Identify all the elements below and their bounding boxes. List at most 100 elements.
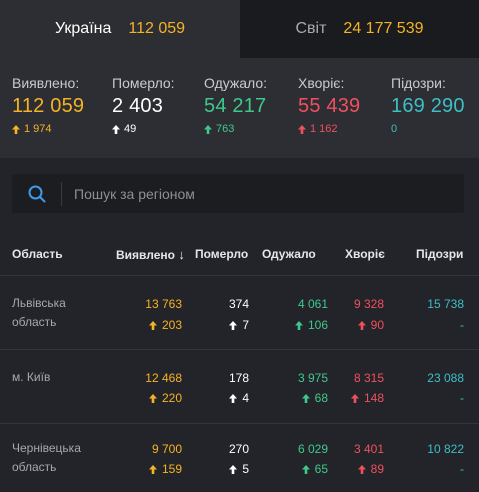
stat-detected: Виявлено: 112 059 1 974 <box>12 75 84 135</box>
row-died: 270 <box>228 442 249 456</box>
row-recovered-delta: 65 <box>301 462 328 476</box>
row-died-delta-value: 7 <box>242 318 249 332</box>
row-sick-delta-value: 89 <box>370 462 384 476</box>
row-suspected-delta: - <box>460 462 464 476</box>
stat-sick: Хворіє: 55 439 1 162 <box>298 75 360 135</box>
arrow-up-icon <box>229 320 238 330</box>
search-icon[interactable] <box>12 181 62 206</box>
row-died: 178 <box>228 371 249 385</box>
sort-arrow-icon: ↓ <box>178 247 185 262</box>
row-recovered-delta-value: 65 <box>314 462 328 476</box>
stat-suspected-label: Підозри: <box>391 75 446 91</box>
arrow-up-icon <box>204 124 212 134</box>
row-recovered-delta-value: 68 <box>314 391 328 405</box>
stat-detected-delta-value: 1 974 <box>24 123 52 135</box>
arrow-up-icon <box>294 320 303 330</box>
row-detected-delta: 220 <box>148 391 182 405</box>
arrow-up-icon <box>229 393 238 403</box>
search-bar <box>12 174 464 213</box>
row-region: Чернівецька область <box>12 441 81 474</box>
row-sick: 9 328 <box>353 297 384 311</box>
stat-sick-delta-value: 1 162 <box>310 123 338 135</box>
row-region: м. Київ <box>12 370 51 384</box>
row-detected: 12 468 <box>145 371 182 385</box>
row-detected-delta-value: 203 <box>161 318 182 332</box>
stat-recovered-delta-value: 763 <box>216 123 235 135</box>
arrow-up-icon <box>357 320 366 330</box>
row-died-delta-value: 5 <box>242 462 249 476</box>
row-detected-delta: 159 <box>148 462 182 476</box>
row-sick-delta: 148 <box>350 391 384 405</box>
table-row[interactable]: Чернівецька область 9 700 159 270 5 6 02… <box>0 425 479 492</box>
arrow-up-icon <box>357 464 366 474</box>
row-died-delta: 5 <box>229 462 249 476</box>
row-region: Львівська область <box>12 296 66 329</box>
arrow-up-icon <box>298 124 306 134</box>
tab-ukraine[interactable]: Україна 112 059 <box>0 0 240 58</box>
stat-suspected: Підозри: 169 290 0 <box>391 75 465 135</box>
header-detected-label: Виявлено <box>116 248 175 262</box>
row-died-delta: 4 <box>229 391 249 405</box>
stat-recovered: Одужало: 54 217 763 <box>204 75 267 135</box>
table-row[interactable]: Львівська область 13 763 203 374 7 4 061… <box>0 277 479 350</box>
summary-panel: Виявлено: 112 059 1 974 Померло: 2 403 4… <box>0 58 479 158</box>
row-suspected: 10 822 <box>427 442 464 456</box>
row-recovered: 6 029 <box>297 442 328 456</box>
stat-died: Померло: 2 403 49 <box>112 75 175 135</box>
table-header: Область Виявлено ↓ Померло Одужало Хворі… <box>0 236 479 276</box>
row-detected-delta-value: 220 <box>161 391 182 405</box>
tab-world-label: Світ <box>295 20 327 37</box>
arrow-up-icon <box>301 464 310 474</box>
stat-died-delta-value: 49 <box>124 123 137 135</box>
row-died-delta: 7 <box>229 318 249 332</box>
arrow-up-icon <box>112 124 120 134</box>
stat-recovered-delta: 763 <box>204 123 267 135</box>
stat-suspected-delta-value: 0 <box>391 123 398 135</box>
arrow-up-icon <box>229 464 238 474</box>
tab-world[interactable]: Світ 24 177 539 <box>240 0 479 58</box>
stat-sick-value: 55 439 <box>298 95 361 117</box>
arrow-up-icon <box>148 393 157 403</box>
row-recovered-delta: 106 <box>294 318 328 332</box>
row-recovered: 4 061 <box>297 297 328 311</box>
row-detected-delta: 203 <box>148 318 182 332</box>
row-detected: 9 700 <box>151 442 182 456</box>
arrow-up-icon <box>350 393 359 403</box>
header-recovered[interactable]: Одужало <box>262 247 316 261</box>
row-recovered-delta-value: 106 <box>307 318 328 332</box>
tab-world-count: 24 177 539 <box>343 20 424 37</box>
arrow-up-icon <box>148 464 157 474</box>
row-suspected: 15 738 <box>427 297 464 311</box>
row-suspected-delta: - <box>460 318 464 332</box>
stat-recovered-label: Одужало: <box>204 75 268 91</box>
arrow-up-icon <box>301 393 310 403</box>
stat-detected-delta: 1 974 <box>12 123 84 135</box>
stat-sick-delta: 1 162 <box>298 123 360 135</box>
country-tabs: Україна 112 059 Світ 24 177 539 <box>0 0 479 58</box>
row-detected: 13 763 <box>145 297 182 311</box>
row-sick-delta: 90 <box>357 318 384 332</box>
tab-ukraine-label: Україна <box>54 20 112 37</box>
arrow-up-icon <box>12 124 20 134</box>
stat-died-value: 2 403 <box>112 95 164 117</box>
row-sick-delta: 89 <box>357 462 384 476</box>
row-sick: 8 315 <box>353 371 384 385</box>
tab-ukraine-count: 112 059 <box>128 20 186 37</box>
stat-detected-value: 112 059 <box>12 95 85 117</box>
search-input[interactable] <box>74 185 434 202</box>
row-sick-delta-value: 90 <box>370 318 384 332</box>
row-sick-delta-value: 148 <box>363 391 384 405</box>
header-region[interactable]: Область <box>12 247 63 261</box>
row-suspected-delta: - <box>460 391 464 405</box>
stat-recovered-value: 54 217 <box>204 95 267 117</box>
header-suspected[interactable]: Підозри <box>416 247 463 261</box>
row-recovered: 3 975 <box>297 371 328 385</box>
header-died[interactable]: Померло <box>195 247 248 261</box>
row-sick: 3 401 <box>353 442 384 456</box>
header-sick[interactable]: Хворіє <box>345 247 385 261</box>
row-died-delta-value: 4 <box>242 391 249 405</box>
arrow-up-icon <box>148 320 157 330</box>
row-suspected: 23 088 <box>427 371 464 385</box>
header-detected[interactable]: Виявлено ↓ <box>116 247 185 262</box>
table-row[interactable]: м. Київ 12 468 220 178 4 3 975 68 8 315 … <box>0 351 479 424</box>
